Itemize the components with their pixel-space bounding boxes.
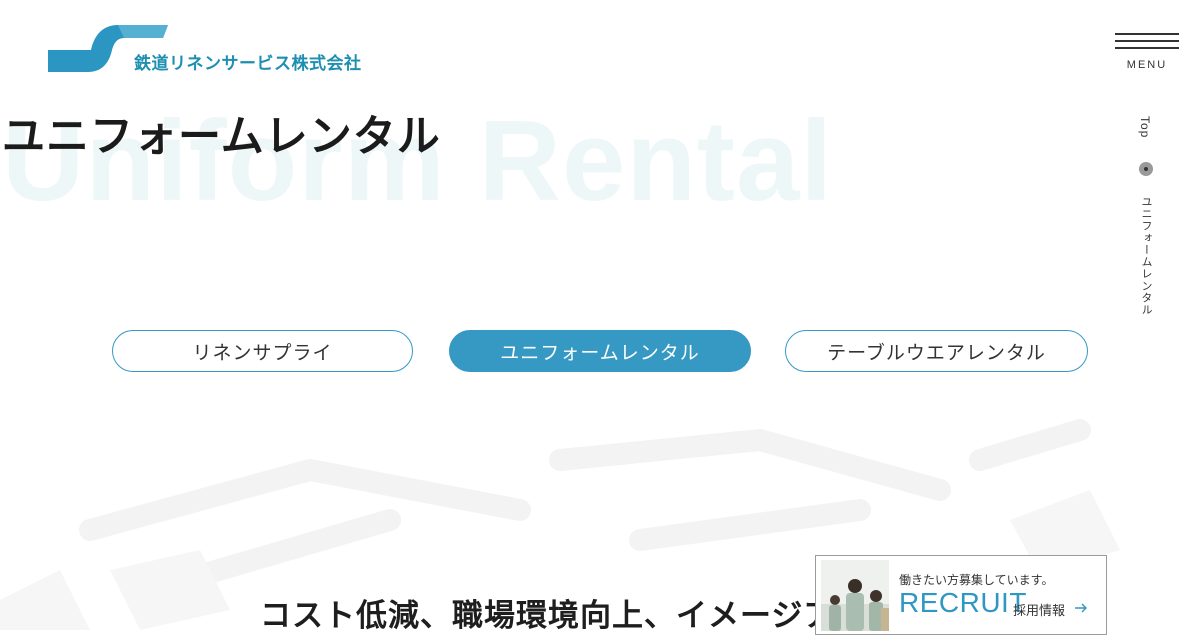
menu-label: MENU: [1126, 59, 1168, 71]
breadcrumb-current: ユニフォームレンタル: [1140, 196, 1153, 316]
tab-linen-supply[interactable]: リネンサプライ: [112, 330, 413, 372]
recruit-title: RECRUIT: [899, 587, 1027, 618]
hamburger-icon: [1115, 33, 1179, 35]
company-logo[interactable]: 鉄道リネンサービス株式会社: [48, 24, 361, 74]
arrow-right-icon: [1075, 603, 1087, 613]
menu-button[interactable]: MENU: [1114, 33, 1180, 75]
page-title: ユニフォームレンタル: [2, 112, 441, 162]
breadcrumb-top-link[interactable]: Top: [1138, 116, 1152, 138]
section-headline: コスト低減、職場環境向上、イメージア: [260, 598, 836, 634]
hamburger-line: [1115, 40, 1179, 42]
recruit-banner[interactable]: 働きたい方募集しています。 RECRUIT 採用情報: [815, 555, 1107, 635]
recruit-tagline: 働きたい方募集しています。: [899, 573, 1054, 587]
breadcrumb-dot-icon: [1139, 162, 1153, 176]
hamburger-line: [1115, 47, 1179, 49]
logo-text: 鉄道リネンサービス株式会社: [134, 54, 362, 74]
tab-tableware-rental[interactable]: テーブルウエアレンタル: [785, 330, 1088, 372]
side-breadcrumb: Top ユニフォームレンタル: [1128, 110, 1164, 330]
recruit-photo-image: [821, 560, 889, 631]
tab-uniform-rental[interactable]: ユニフォームレンタル: [449, 330, 751, 372]
recruit-subtitle: 採用情報: [1013, 604, 1066, 619]
